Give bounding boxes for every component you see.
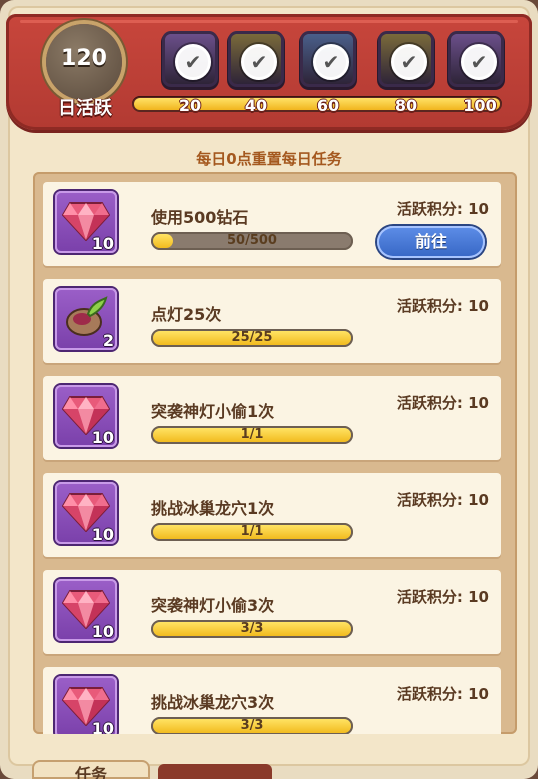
task-card: 10 挑战冰巢龙穴1次 1/1 活跃积分: 10 <box>43 473 501 557</box>
task-name: 点灯25次 <box>151 305 222 324</box>
task-progress-text: 50/500 <box>227 233 277 248</box>
milestone-40: 40 <box>244 96 268 115</box>
task-progress-bar: 25/25 <box>151 329 353 347</box>
task-progress-text: 3/3 <box>240 718 264 733</box>
milestone-100: 100 <box>463 96 497 115</box>
task-progress-text: 1/1 <box>240 427 264 442</box>
task-card: 10 突袭神灯小偷1次 1/1 活跃积分: 10 <box>43 376 501 460</box>
task-progress-bar: 1/1 <box>151 523 353 541</box>
reward-quantity: 10 <box>91 428 114 447</box>
task-progress-text: 25/25 <box>231 330 273 345</box>
claimed-check-icon: ✔ <box>391 44 427 80</box>
claimed-check-icon: ✔ <box>175 44 211 80</box>
task-name: 使用500钻石 <box>151 208 249 227</box>
claimed-check-icon: ✔ <box>241 44 277 80</box>
task-progress-text: 3/3 <box>240 621 264 636</box>
task-points: 活跃积分: 10 <box>396 394 489 412</box>
task-points: 活跃积分: 10 <box>396 588 489 606</box>
ribbon-stripe <box>20 20 518 23</box>
reward-item[interactable]: 10 <box>55 191 117 253</box>
task-list[interactable]: 10 使用500钻石 50/500 活跃积分: 10 前往 2 点灯25次 25/25 活跃积分… <box>33 172 517 734</box>
reward-item[interactable]: 10 <box>55 676 117 734</box>
activity-badge: 120 <box>46 24 122 100</box>
task-name: 挑战冰巢龙穴3次 <box>151 693 275 712</box>
task-progress-bar: 50/500 <box>151 232 353 250</box>
task-points: 活跃积分: 10 <box>396 297 489 315</box>
task-name: 挑战冰巢龙穴1次 <box>151 499 275 518</box>
task-name: 突袭神灯小偷3次 <box>151 596 275 615</box>
reward-chest-3[interactable]: ✔ <box>303 34 353 84</box>
task-progress-bar: 3/3 <box>151 620 353 638</box>
task-card: 10 突袭神灯小偷3次 3/3 活跃积分: 10 <box>43 570 501 654</box>
tab-tasks[interactable]: 任务 <box>32 760 150 779</box>
reward-chest-2[interactable]: ✔ <box>231 34 281 84</box>
reward-item[interactable]: 10 <box>55 385 117 447</box>
milestone-60: 60 <box>316 96 340 115</box>
task-points: 活跃积分: 10 <box>396 685 489 703</box>
reward-quantity: 10 <box>91 622 114 641</box>
task-card: 10 使用500钻石 50/500 活跃积分: 10 前往 <box>43 182 501 266</box>
reward-chest-1[interactable]: ✔ <box>165 34 215 84</box>
reward-item[interactable]: 2 <box>55 288 117 350</box>
reward-quantity: 2 <box>102 331 114 350</box>
reward-quantity: 10 <box>91 719 114 734</box>
milestone-80: 80 <box>394 96 418 115</box>
claimed-check-icon: ✔ <box>461 44 497 80</box>
task-name: 突袭神灯小偷1次 <box>151 402 275 421</box>
task-card: 10 挑战冰巢龙穴3次 3/3 活跃积分: 10 <box>43 667 501 734</box>
task-points: 活跃积分: 10 <box>396 491 489 509</box>
reward-quantity: 10 <box>91 234 114 253</box>
reward-quantity: 10 <box>91 525 114 544</box>
task-points: 活跃积分: 10 <box>396 200 489 218</box>
go-button[interactable]: 前往 <box>377 226 485 258</box>
reward-chest-4[interactable]: ✔ <box>381 34 431 84</box>
reset-note: 每日0点重置每日任务 <box>196 150 342 168</box>
task-progress-bar: 3/3 <box>151 717 353 734</box>
reward-item[interactable]: 10 <box>55 579 117 641</box>
reward-chest-5[interactable]: ✔ <box>451 34 501 84</box>
task-progress-text: 1/1 <box>240 524 264 539</box>
milestone-20: 20 <box>178 96 202 115</box>
claimed-check-icon: ✔ <box>313 44 349 80</box>
tab-secondary[interactable] <box>158 764 272 779</box>
task-card: 2 点灯25次 25/25 活跃积分: 10 <box>43 279 501 363</box>
task-progress-bar: 1/1 <box>151 426 353 444</box>
reward-item[interactable]: 10 <box>55 482 117 544</box>
activity-label: 日活跃 <box>58 98 112 119</box>
activity-points: 120 <box>61 46 107 71</box>
